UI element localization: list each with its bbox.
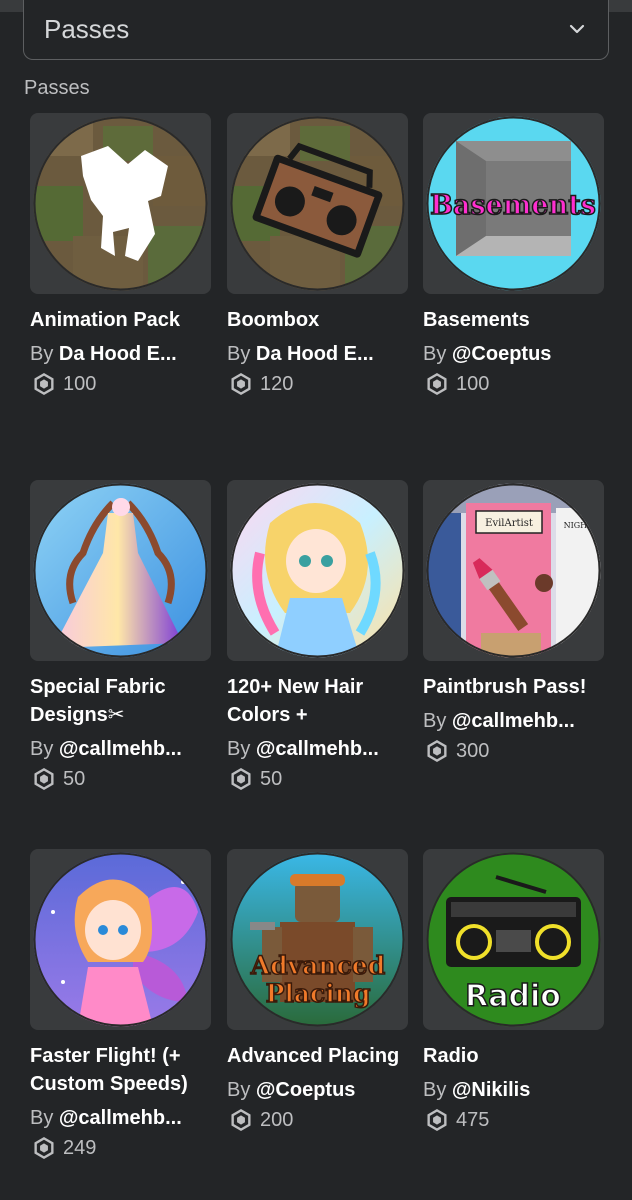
pass-price: 120 <box>227 370 408 398</box>
creator-name[interactable]: Da Hood E... <box>59 343 177 365</box>
pass-creator[interactable]: By @callmehb... <box>30 735 211 763</box>
pass-card[interactable]: Boombox By Da Hood E... 120 <box>227 113 408 398</box>
chevron-down-icon <box>569 24 585 34</box>
pass-card[interactable]: Faster Flight! (+ Custom Speeds) By @cal… <box>30 849 211 1162</box>
creator-name[interactable]: @callmehb... <box>59 1107 182 1129</box>
pass-card[interactable]: Advanced Placing Advanced Placing By @Co… <box>227 849 408 1134</box>
pass-title[interactable]: Special Fabric Designs✂ <box>30 673 211 729</box>
section-label: Passes <box>24 77 90 99</box>
creator-name[interactable]: @Coeptus <box>256 1079 356 1101</box>
hair-colors-thumbnail <box>230 483 405 658</box>
robux-icon <box>33 768 55 790</box>
pass-creator[interactable]: By @Coeptus <box>423 340 604 368</box>
pass-thumbnail-frame[interactable]: Radio <box>423 849 604 1030</box>
robux-icon <box>230 768 252 790</box>
pass-creator[interactable]: By Da Hood E... <box>227 340 408 368</box>
pass-price: 50 <box>227 765 408 793</box>
pass-title[interactable]: Faster Flight! (+ Custom Speeds) <box>30 1042 211 1098</box>
advanced-placing-thumbnail: Advanced Placing <box>230 852 405 1027</box>
boombox-thumbnail <box>230 116 405 291</box>
creator-name[interactable]: @Nikilis <box>452 1079 530 1101</box>
robux-icon <box>426 373 448 395</box>
pass-card[interactable]: Radio Radio By @Nikilis 475 <box>423 849 604 1134</box>
pass-creator[interactable]: By @Nikilis <box>423 1076 604 1104</box>
pass-price: 249 <box>30 1134 211 1162</box>
pass-title[interactable]: Paintbrush Pass! <box>423 673 604 701</box>
pass-thumbnail-frame[interactable] <box>30 113 211 294</box>
pass-thumbnail-frame[interactable]: EvilArtist NIGHT <box>423 480 604 661</box>
pass-thumbnail-frame[interactable] <box>227 113 408 294</box>
pass-title[interactable]: Radio <box>423 1042 604 1070</box>
pass-price: 50 <box>30 765 211 793</box>
radio-thumbnail: Radio <box>426 852 601 1027</box>
pass-creator[interactable]: By @callmehb... <box>423 707 604 735</box>
pass-thumbnail-frame[interactable] <box>30 849 211 1030</box>
basements-thumbnail: Basements <box>426 116 601 291</box>
pass-creator[interactable]: By @Coeptus <box>227 1076 408 1104</box>
paintbrush-thumb-sign: EvilArtist <box>485 518 533 529</box>
basements-thumb-text: Basements <box>430 190 596 221</box>
paintbrush-thumbnail: EvilArtist NIGHT <box>426 483 601 658</box>
creator-name[interactable]: @callmehb... <box>256 738 379 760</box>
robux-icon <box>230 373 252 395</box>
passes-dropdown[interactable]: Passes <box>23 0 609 60</box>
radio-thumb-text: Radio <box>465 979 561 1014</box>
pass-title[interactable]: Basements <box>423 306 604 334</box>
pass-creator[interactable]: By Da Hood E... <box>30 340 211 368</box>
pass-thumbnail-frame[interactable] <box>30 480 211 661</box>
creator-name[interactable]: @Coeptus <box>452 343 552 365</box>
pass-creator[interactable]: By @callmehb... <box>227 735 408 763</box>
pass-card[interactable]: Special Fabric Designs✂ By @callmehb... … <box>30 480 211 793</box>
dropdown-label: Passes <box>44 14 130 44</box>
creator-name[interactable]: Da Hood E... <box>256 343 374 365</box>
pass-card[interactable]: EvilArtist NIGHT Paintbrush Pass! By @ca… <box>423 480 604 765</box>
pass-price: 200 <box>227 1106 408 1134</box>
robux-icon <box>33 373 55 395</box>
pass-thumbnail-frame[interactable]: Basements <box>423 113 604 294</box>
pass-thumbnail-frame[interactable]: Advanced Placing <box>227 849 408 1030</box>
pass-title[interactable]: Animation Pack <box>30 306 211 334</box>
robux-icon <box>426 740 448 762</box>
pass-price: 475 <box>423 1106 604 1134</box>
robux-icon <box>230 1109 252 1131</box>
pass-title[interactable]: Boombox <box>227 306 408 334</box>
pass-price: 100 <box>423 370 604 398</box>
robux-icon <box>33 1137 55 1159</box>
fairy-flight-thumbnail <box>33 852 208 1027</box>
pass-card[interactable]: Animation Pack By Da Hood E... 100 <box>30 113 211 398</box>
pass-title[interactable]: Advanced Placing <box>227 1042 408 1070</box>
pass-price: 100 <box>30 370 211 398</box>
robux-icon <box>426 1109 448 1131</box>
animation-pack-thumbnail <box>33 116 208 291</box>
pass-card[interactable]: 120+ New Hair Colors + GLOWING Hair By @… <box>227 480 408 793</box>
placing-thumb-text: Placing <box>266 979 371 1008</box>
creator-name[interactable]: @callmehb... <box>59 738 182 760</box>
pass-title[interactable]: 120+ New Hair Colors + GLOWING Hair <box>227 673 408 729</box>
fabric-dress-thumbnail <box>33 483 208 658</box>
pass-creator[interactable]: By @callmehb... <box>30 1104 211 1132</box>
advanced-thumb-text: Advanced <box>250 951 385 980</box>
pass-card[interactable]: Basements Basements By @Coeptus 100 <box>423 113 604 398</box>
pass-price: 300 <box>423 737 604 765</box>
pass-thumbnail-frame[interactable] <box>227 480 408 661</box>
creator-name[interactable]: @callmehb... <box>452 710 575 732</box>
